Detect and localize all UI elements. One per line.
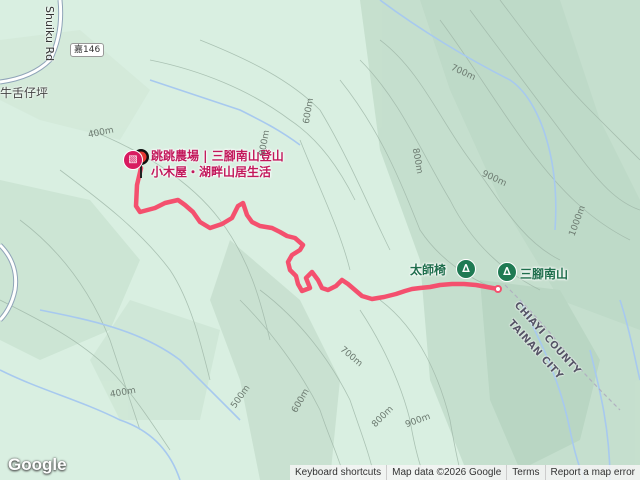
route-number-badge: 嘉146	[70, 43, 105, 57]
attribution-bar: Keyboard shortcuts Map data ©2026 Google…	[289, 465, 640, 480]
map-data-text: Map data ©2026 Google	[386, 465, 506, 480]
mountain-peak-icon[interactable]: ∆	[497, 262, 517, 282]
track-end-marker[interactable]	[494, 285, 502, 293]
keyboard-shortcuts-link[interactable]: Keyboard shortcuts	[290, 465, 386, 480]
peak-label-taishiyi[interactable]: 太師椅	[410, 261, 446, 278]
poi-label-line2[interactable]: 小木屋・湖畔山居生活	[151, 164, 271, 180]
village-label: 牛舌仔坪	[0, 86, 49, 100]
shop-icon[interactable]: ▧	[123, 150, 143, 170]
report-map-error-link[interactable]: Report a map error	[544, 465, 640, 480]
road-name-label: Shuiku Rd	[43, 6, 56, 62]
terms-link[interactable]: Terms	[506, 465, 544, 480]
peak-label-sanjiaonanshan[interactable]: 三腳南山	[520, 265, 568, 282]
google-logo: Google	[8, 455, 67, 474]
map-canvas[interactable]	[0, 0, 640, 480]
mountain-peak-icon[interactable]: ∆	[456, 259, 476, 279]
